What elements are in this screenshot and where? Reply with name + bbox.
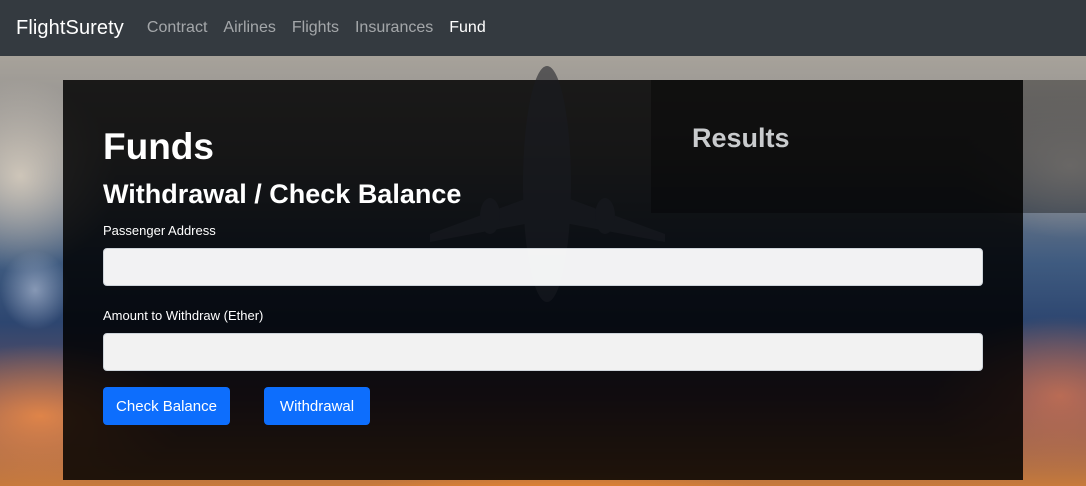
passenger-address-input[interactable] xyxy=(103,248,983,286)
amount-label: Amount to Withdraw (Ether) xyxy=(103,308,264,323)
withdrawal-subtitle: Withdrawal / Check Balance xyxy=(103,179,462,209)
amount-input[interactable] xyxy=(103,333,983,371)
nav-link-airlines[interactable]: Airlines xyxy=(223,19,275,37)
passenger-address-label: Passenger Address xyxy=(103,223,216,238)
check-balance-button[interactable]: Check Balance xyxy=(103,387,230,425)
brand-link[interactable]: FlightSurety xyxy=(16,17,124,40)
nav-link-contract[interactable]: Contract xyxy=(147,19,207,37)
funds-title: Funds xyxy=(103,126,214,167)
background-cloud xyxy=(0,250,70,330)
nav-link-fund[interactable]: Fund xyxy=(449,19,485,37)
top-navbar: FlightSurety Contract Airlines Flights I… xyxy=(0,0,1086,56)
nav-link-insurances[interactable]: Insurances xyxy=(355,19,433,37)
withdrawal-button[interactable]: Withdrawal xyxy=(264,387,370,425)
nav-link-flights[interactable]: Flights xyxy=(292,19,339,37)
results-title: Results xyxy=(692,123,790,153)
